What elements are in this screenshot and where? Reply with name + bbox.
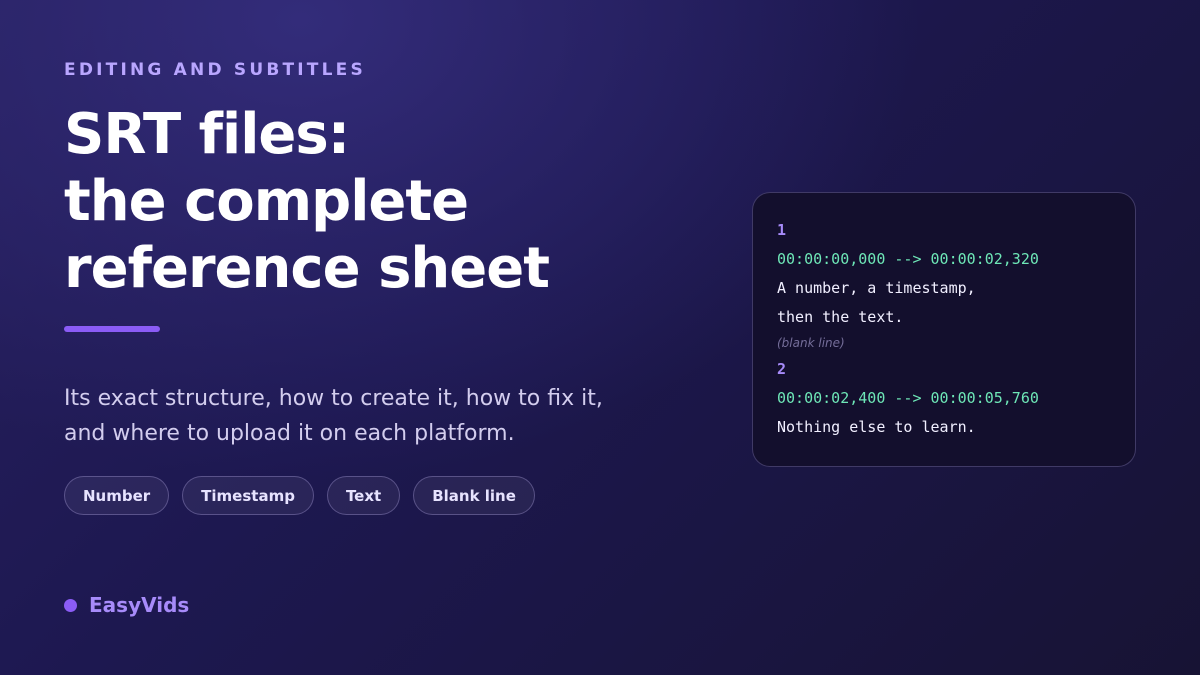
title-line-2: the complete: [64, 169, 469, 234]
tag-list: Number Timestamp Text Blank line: [64, 476, 535, 515]
title-line-1: SRT files:: [64, 102, 350, 167]
srt-blank-line-note: (blank line): [777, 336, 845, 350]
page-title: SRT files: the complete reference sheet: [64, 101, 664, 302]
brand: EasyVids: [64, 593, 189, 617]
srt-entry-2-text-line-1: Nothing else to learn.: [777, 418, 976, 436]
tag-number: Number: [64, 476, 170, 515]
description-line-2: and where to upload it on each platform.: [64, 421, 515, 446]
tag-timestamp: Timestamp: [182, 476, 314, 515]
eyebrow-label: EDITING AND SUBTITLES: [64, 60, 366, 80]
tag-text: Text: [326, 476, 401, 515]
srt-entry-2-timestamp: 00:00:02,400 --> 00:00:05,760: [777, 389, 1039, 407]
srt-entry-1-timestamp: 00:00:00,000 --> 00:00:02,320: [777, 250, 1039, 268]
srt-code-sample: 1 00:00:00,000 --> 00:00:02,320 A number…: [752, 192, 1136, 467]
title-line-3: reference sheet: [64, 236, 550, 301]
description: Its exact structure, how to create it, h…: [64, 381, 624, 451]
srt-entry-1-number: 1: [777, 221, 787, 239]
description-line-1: Its exact structure, how to create it, h…: [64, 386, 603, 411]
brand-name: EasyVids: [89, 593, 190, 617]
tag-blank-line: Blank line: [413, 476, 535, 515]
accent-divider: [64, 326, 160, 332]
srt-entry-2-number: 2: [777, 360, 787, 378]
brand-dot-icon: [64, 598, 77, 612]
srt-entry-1-text-line-1: A number, a timestamp,: [777, 279, 976, 297]
srt-entry-1-text-line-2: then the text.: [777, 308, 904, 326]
